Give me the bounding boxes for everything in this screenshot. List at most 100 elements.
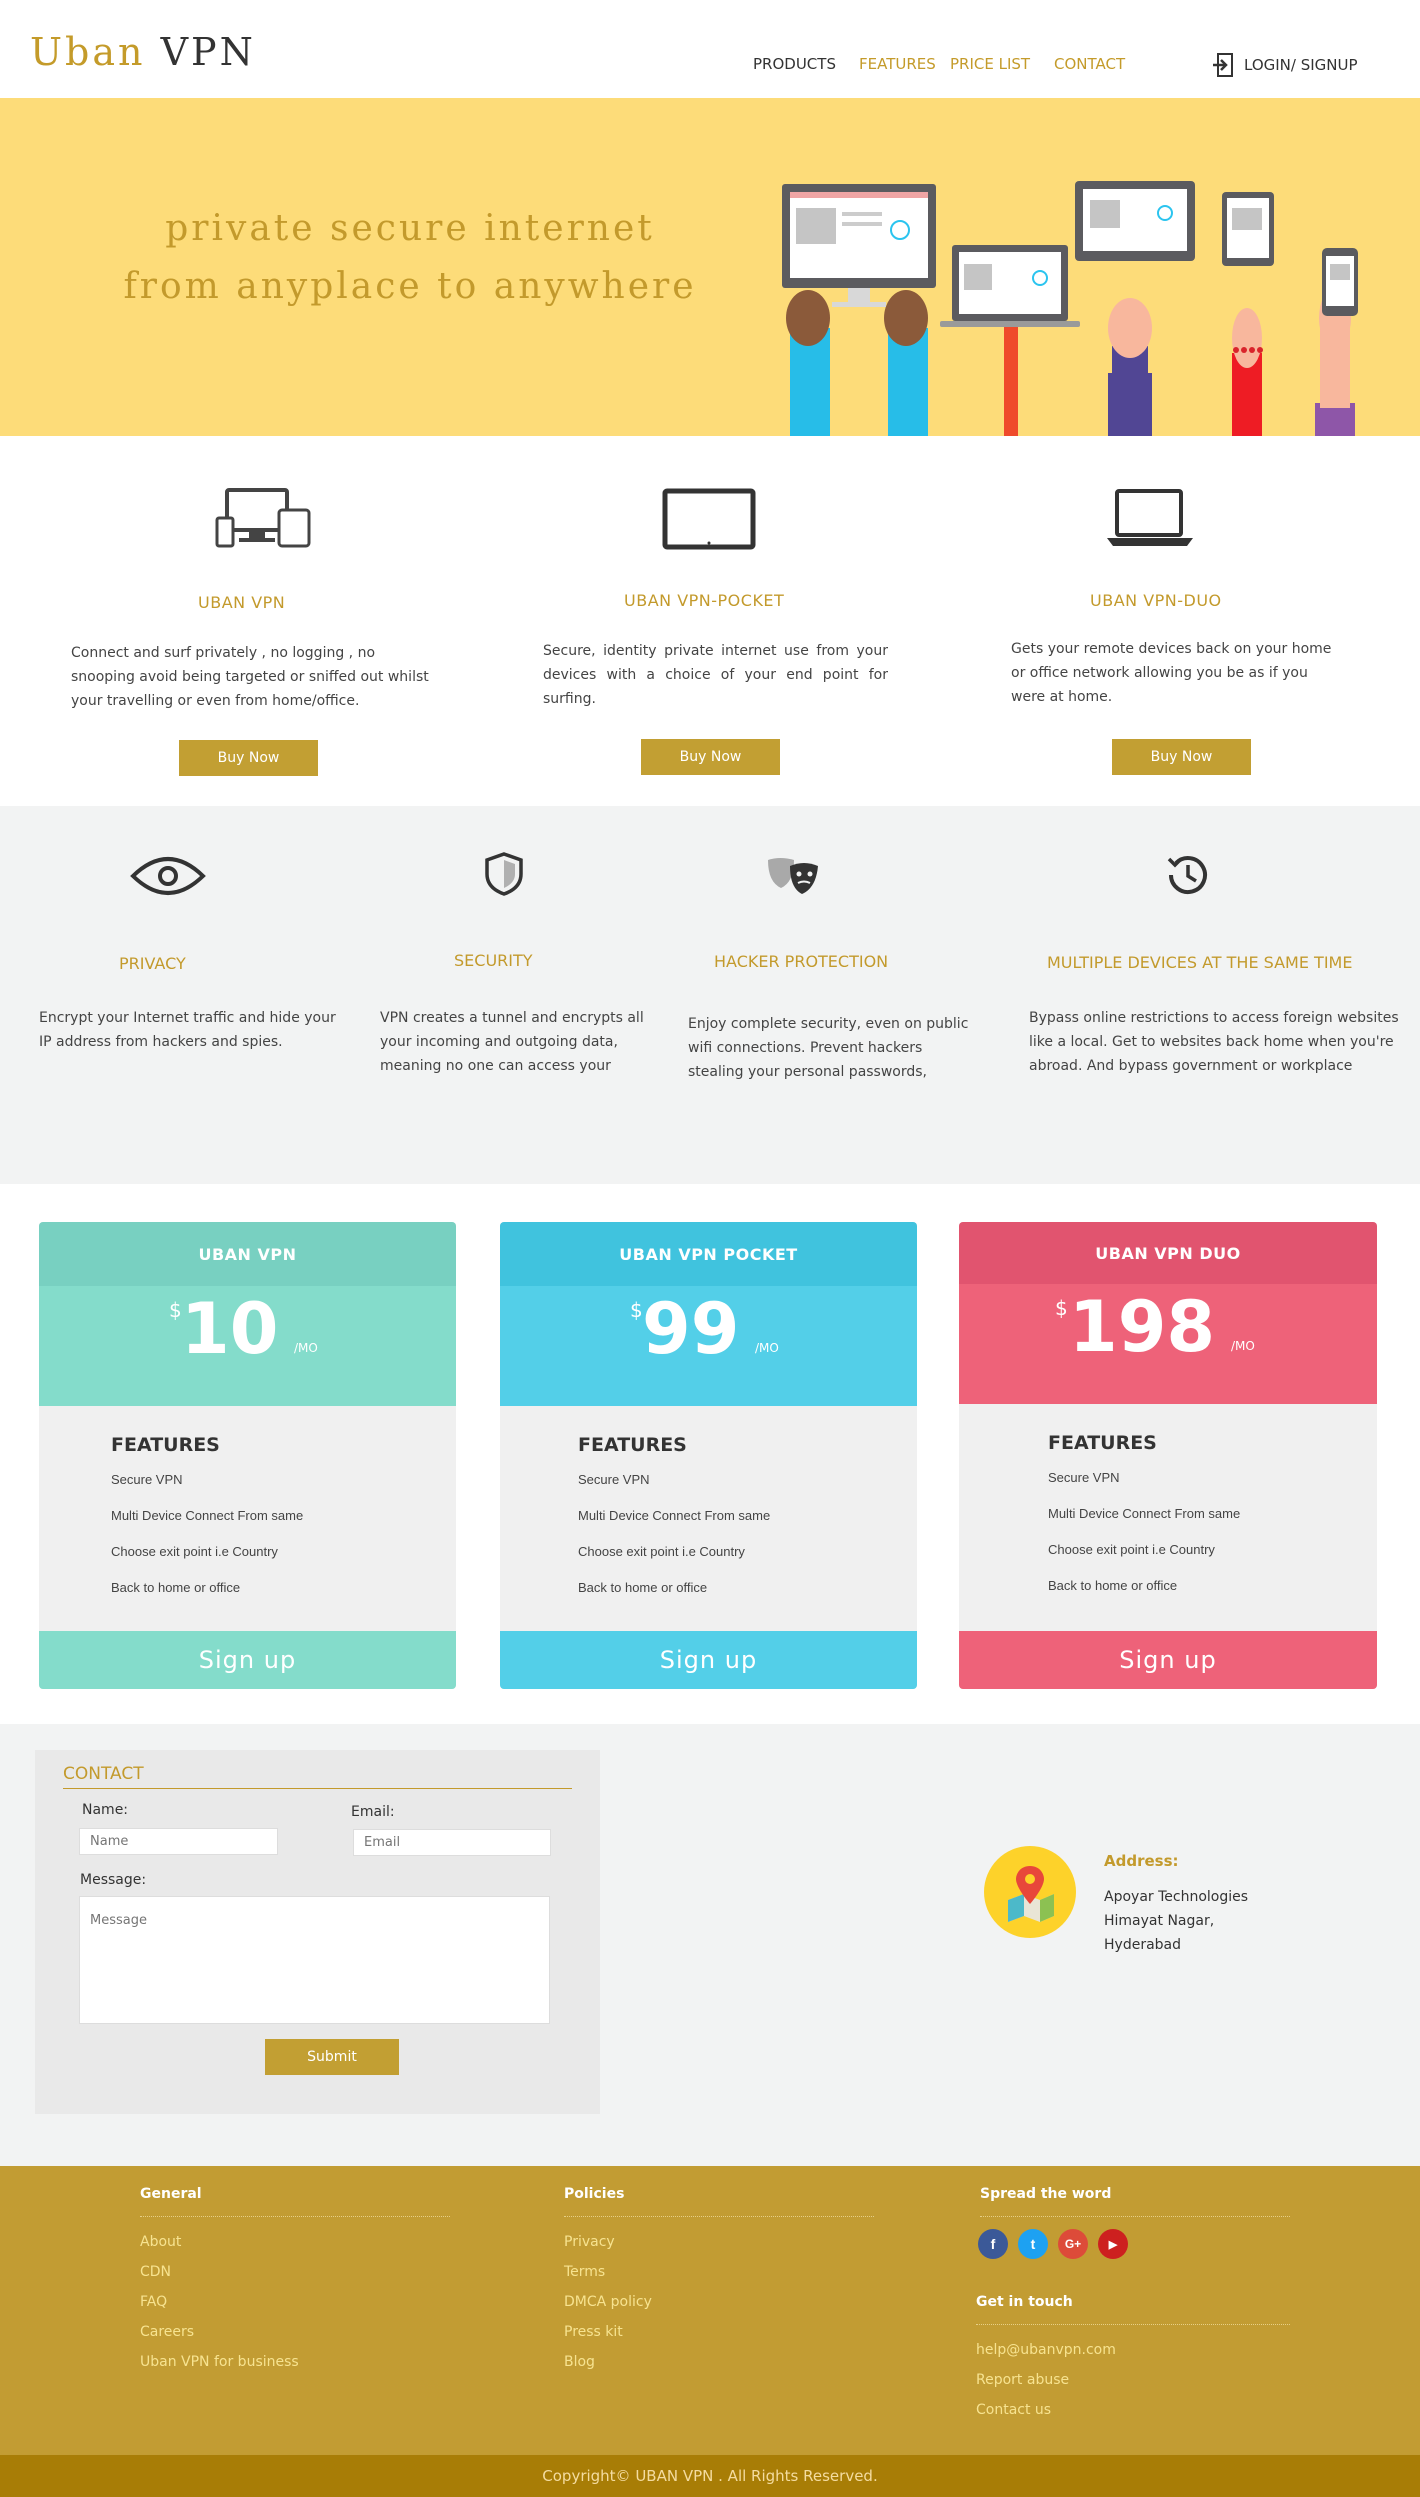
- address-line: Apoyar Technologies: [1104, 1889, 1249, 1905]
- price-period: /MO: [1231, 1339, 1255, 1353]
- pricing-card-title: UBAN VPN DUO: [959, 1222, 1377, 1284]
- feature-desc-privacy: Encrypt your Internet traffic and hide y…: [39, 1010, 336, 1050]
- footer-divider: [980, 2216, 1290, 2217]
- footer-link-terms[interactable]: Terms: [564, 2264, 605, 2280]
- site-logo[interactable]: Uban VPN: [30, 30, 256, 74]
- currency-symbol: $: [169, 1298, 182, 1322]
- pricing-card-features: FEATURES Secure VPN Multi Device Connect…: [39, 1406, 456, 1631]
- site-header: Uban VPN PRODUCTS FEATURES PRICE LIST CO…: [0, 0, 1420, 98]
- pricing-card-price: $ 198 /MO: [959, 1284, 1377, 1404]
- product-title-uban-vpn: UBAN VPN: [198, 593, 286, 612]
- signup-button-uban-vpn-pocket[interactable]: Sign up: [500, 1631, 917, 1689]
- feature-item: Secure VPN: [111, 1472, 183, 1487]
- nav-price-list[interactable]: PRICE LIST: [950, 55, 1030, 73]
- feature-item: Secure VPN: [1048, 1470, 1120, 1485]
- footer-spread-title: Spread the word: [980, 2186, 1112, 2202]
- buy-now-button-uban-vpn[interactable]: Buy Now: [179, 740, 318, 776]
- footer-divider: [976, 2324, 1290, 2325]
- features-heading: FEATURES: [111, 1434, 220, 1456]
- signup-button-uban-vpn-duo[interactable]: Sign up: [959, 1631, 1377, 1689]
- product-desc-uban-vpn-duo: Gets your remote devices back on your ho…: [1011, 641, 1332, 705]
- shield-icon: [485, 852, 523, 896]
- price-amount: 99: [642, 1288, 740, 1370]
- name-input[interactable]: [79, 1828, 278, 1855]
- footer-link-contact-us[interactable]: Contact us: [976, 2402, 1051, 2418]
- pricing-card-uban-vpn: UBAN VPN $ 10 /MO FEATURES Secure VPN Mu…: [39, 1222, 456, 1689]
- feature-item: Secure VPN: [578, 1472, 650, 1487]
- hero-headline-1: private secure internet: [165, 208, 655, 249]
- product-desc-uban-vpn: Connect and surf privately , no logging …: [71, 645, 429, 709]
- contact-divider: [63, 1788, 572, 1789]
- products-section: UBAN VPN Connect and surf privately , no…: [0, 436, 1420, 806]
- footer-general-title: General: [140, 2186, 202, 2202]
- buy-now-button-uban-vpn-pocket[interactable]: Buy Now: [641, 739, 780, 775]
- footer-link-about[interactable]: About: [140, 2234, 181, 2250]
- message-textarea[interactable]: [79, 1896, 550, 2024]
- footer-link-privacy[interactable]: Privacy: [564, 2234, 615, 2250]
- email-label: Email:: [351, 1804, 395, 1820]
- logo-text-uban: Uban: [30, 30, 146, 74]
- feature-item: Multi Device Connect From same: [111, 1508, 304, 1523]
- footer-link-cdn[interactable]: CDN: [140, 2264, 171, 2280]
- email-input[interactable]: [353, 1829, 551, 1856]
- feature-item: Multi Device Connect From same: [578, 1508, 771, 1523]
- hero-headline-2: from anyplace to anywhere: [123, 266, 697, 307]
- contact-form: CONTACT Name: Email: Message: Submit: [35, 1750, 600, 2114]
- price-amount: 198: [1069, 1286, 1216, 1368]
- feature-item: Multi Device Connect From same: [1048, 1506, 1241, 1521]
- google-plus-icon[interactable]: G+: [1058, 2229, 1088, 2259]
- footer-link-careers[interactable]: Careers: [140, 2324, 194, 2340]
- product-title-uban-vpn-duo: UBAN VPN-DUO: [1090, 591, 1222, 610]
- footer-link-email[interactable]: help@ubanvpn.com: [976, 2342, 1116, 2358]
- feature-item: Choose exit point i.e Country: [578, 1544, 745, 1559]
- pricing-card-uban-vpn-pocket: UBAN VPN POCKET $ 99 /MO FEATURES Secure…: [500, 1222, 917, 1689]
- footer-link-report-abuse[interactable]: Report abuse: [976, 2372, 1069, 2388]
- features-section: PRIVACY Encrypt your Internet traffic an…: [0, 806, 1420, 1184]
- name-label: Name:: [82, 1802, 129, 1818]
- twitter-icon[interactable]: t: [1018, 2229, 1048, 2259]
- feature-item: Choose exit point i.e Country: [111, 1544, 278, 1559]
- pricing-card-features: FEATURES Secure VPN Multi Device Connect…: [500, 1406, 917, 1631]
- facebook-icon[interactable]: f: [978, 2229, 1008, 2259]
- map-pin-icon: [984, 1846, 1076, 1938]
- product-title-uban-vpn-pocket: UBAN VPN-POCKET: [624, 591, 785, 610]
- signup-button-uban-vpn[interactable]: Sign up: [39, 1631, 456, 1689]
- feature-item: Back to home or office: [578, 1580, 708, 1595]
- footer-link-business[interactable]: Uban VPN for business: [140, 2354, 299, 2370]
- youtube-icon[interactable]: ▶: [1098, 2229, 1128, 2259]
- price-period: /MO: [294, 1341, 318, 1355]
- nav-features[interactable]: FEATURES: [859, 55, 936, 73]
- history-clock-icon: [1167, 856, 1207, 895]
- currency-symbol: $: [1055, 1296, 1068, 1320]
- logo-text-vpn: VPN: [160, 30, 256, 74]
- tablet-icon: [662, 488, 756, 550]
- features-heading: FEATURES: [578, 1434, 687, 1456]
- login-signup-link[interactable]: LOGIN/ SIGNUP: [1212, 50, 1358, 80]
- contact-section: CONTACT Name: Email: Message: Submit Add…: [0, 1724, 1420, 2166]
- footer-divider: [140, 2216, 450, 2217]
- feature-desc-hacker-protection: Enjoy complete security, even on public …: [688, 1016, 969, 1080]
- currency-symbol: $: [630, 1298, 643, 1322]
- login-icon: [1213, 53, 1233, 77]
- price-amount: 10: [181, 1288, 279, 1370]
- submit-button[interactable]: Submit: [265, 2039, 399, 2075]
- laptop-icon: [1107, 489, 1193, 546]
- footer-link-dmca[interactable]: DMCA policy: [564, 2294, 652, 2310]
- feature-title-hacker-protection: HACKER PROTECTION: [714, 952, 889, 971]
- login-label: LOGIN/ SIGNUP: [1244, 56, 1358, 74]
- multi-device-icon: [215, 488, 311, 548]
- footer-link-faq[interactable]: FAQ: [140, 2294, 167, 2310]
- footer-divider: [564, 2216, 874, 2217]
- nav-contact[interactable]: CONTACT: [1054, 55, 1125, 73]
- buy-now-button-uban-vpn-duo[interactable]: Buy Now: [1112, 739, 1251, 775]
- feature-item: Back to home or office: [1048, 1578, 1178, 1593]
- hero-banner: private secure internet from anyplace to…: [0, 98, 1420, 436]
- eye-icon: [130, 857, 206, 895]
- footer-link-press-kit[interactable]: Press kit: [564, 2324, 623, 2340]
- address-line: Himayat Nagar,: [1104, 1913, 1215, 1929]
- footer-link-blog[interactable]: Blog: [564, 2354, 595, 2370]
- feature-title-security: SECURITY: [454, 951, 533, 970]
- nav-products[interactable]: PRODUCTS: [753, 55, 836, 73]
- site-footer: General About CDN FAQ Careers Uban VPN f…: [0, 2166, 1420, 2455]
- feature-title-privacy: PRIVACY: [119, 954, 186, 973]
